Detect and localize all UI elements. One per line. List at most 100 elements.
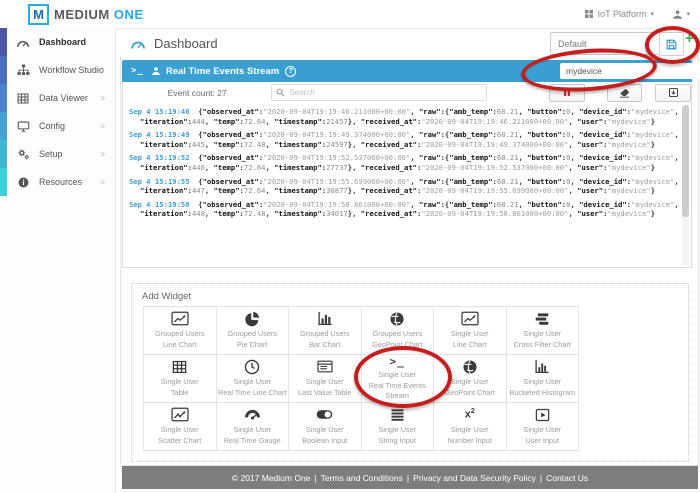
event-count-label: Event count: 27 <box>123 88 271 98</box>
log-entry: Sep 4 15:19:58 {"observed_at":"2020-09-0… <box>129 200 679 219</box>
widget-group-label: Grouped Users <box>155 329 204 340</box>
user-icon <box>672 9 683 20</box>
widget-tile-geopoint-chart[interactable]: Grouped Users GeoPoint Chart <box>362 307 435 355</box>
plus-icon: + <box>685 30 694 47</box>
terminal-prompt-icon: >_ <box>131 66 144 76</box>
footer-separator: | <box>407 473 409 483</box>
footer-link-privacy-and-data-security-policy[interactable]: Privacy and Data Security Policy <box>413 473 536 483</box>
sidebar-item-workflow-studio[interactable]: Workflow Studio <box>7 56 115 84</box>
log-entry: Sep 4 15:19:49 {"observed_at":"2020-09-0… <box>129 130 679 149</box>
clock-icon <box>244 358 260 375</box>
device-input[interactable] <box>560 66 700 76</box>
widget-group-label: Single User <box>451 425 489 436</box>
widget-tile-line-chart[interactable]: Grouped Users Line Chart <box>144 307 217 355</box>
widget-tile-user-input[interactable]: Single User User Input <box>507 403 580 451</box>
sidebar-item-setup[interactable]: Setup > <box>7 140 115 168</box>
widget-type-label: Line Chart <box>453 340 487 351</box>
footer-copyright: © 2017 Medium One <box>232 473 311 483</box>
globe-icon <box>462 358 478 375</box>
chevron-right-icon: > <box>100 178 105 187</box>
widget-tile-geopoint-chart[interactable]: Single User GeoPoint Chart <box>434 355 507 403</box>
help-icon[interactable]: ? <box>285 66 296 77</box>
widget-tile-boolean-input[interactable]: Single User Boolean Input <box>289 403 362 451</box>
widget-tile-real-time-line-chart[interactable]: Single User Real Time Line Chart <box>217 355 290 403</box>
widget-type-label: Real Time Line Chart <box>218 388 287 399</box>
widget-tile-string-input[interactable]: Single User String Input <box>362 403 435 451</box>
export-button[interactable] <box>655 84 691 102</box>
widget-tile-number-input[interactable]: x2 Single User Number Input <box>434 403 507 451</box>
platform-menu[interactable]: IoT Platform ▾ <box>584 0 654 28</box>
footer-link-contact-us[interactable]: Contact Us <box>546 473 588 483</box>
widget-tile-last-value-table[interactable]: Single User Last Value Table <box>289 355 362 403</box>
widget-tile-real-time-events-stream[interactable]: >_ Single User Real Time Events Stream <box>362 355 435 403</box>
widget-type-label: Last Value Table <box>298 388 351 399</box>
sidebar-color-strip <box>0 28 7 196</box>
strip-segment <box>0 112 7 140</box>
save-dashboard-button[interactable] <box>659 32 684 56</box>
sidebar-item-label: Dashboard <box>39 37 86 47</box>
clear-button[interactable] <box>607 84 643 102</box>
pause-icon <box>563 88 571 97</box>
app-window: M MEDIUM ONE IoT Platform ▾ ▾ Dashboard … <box>0 0 700 493</box>
sidebar-item-resources[interactable]: Resources > <box>7 168 115 196</box>
widget-group-label: Single User <box>161 377 199 388</box>
widget-tile-real-time-gauge[interactable]: Single User Real Time Gauge <box>217 403 290 451</box>
add-widget-title: Add Widget <box>142 291 191 302</box>
dashboard-select[interactable]: Default <box>550 32 661 55</box>
sidebar-menu: Dashboard Workflow Studio Data Viewer > … <box>7 28 115 196</box>
widget-tile-pie-chart[interactable]: Grouped Users Pie Chart <box>217 307 290 355</box>
gears-icon <box>16 148 30 160</box>
device-select: ▼ <box>560 63 700 79</box>
line-chart-icon <box>461 310 479 327</box>
log-entry: Sep 4 15:19:55 {"observed_at":"2020-09-0… <box>129 177 679 196</box>
x-squared-icon: x2 <box>465 406 475 423</box>
widget-type-label: GeoPoint Chart <box>372 340 422 351</box>
sidebar-item-dashboard[interactable]: Dashboard <box>7 28 115 56</box>
widget-group-label: Single User <box>306 425 344 436</box>
widget-type-label: Bucketed Histogram <box>509 388 575 399</box>
widget-type-label: Cross Filter Chart <box>514 340 571 351</box>
caret-down-icon: ▾ <box>650 11 654 18</box>
save-icon <box>665 38 678 51</box>
pause-button[interactable] <box>549 84 585 102</box>
search-icon <box>276 88 285 97</box>
widget-tile-scatter-chart[interactable]: Single User Scatter Chart <box>144 403 217 451</box>
sidebar-item-label: Setup <box>39 149 63 159</box>
log-entry: Sep 4 15:19:52 {"observed_at":"2020-09-0… <box>129 153 679 172</box>
sidebar-item-data-viewer[interactable]: Data Viewer > <box>7 84 115 112</box>
gauge-icon <box>16 36 30 49</box>
sidebar-item-label: Config <box>39 121 65 131</box>
widget-tile-bar-chart[interactable]: Grouped Users Bar Chart <box>289 307 362 355</box>
brand-name: MEDIUM ONE <box>54 7 144 22</box>
widget-tile-bucketed-histogram[interactable]: Single User Bucketed Histogram <box>507 355 580 403</box>
eraser-icon <box>619 88 630 98</box>
globe-icon <box>389 310 405 327</box>
log-entry: Sep 4 15:19:46 {"observed_at":"2020-09-0… <box>129 107 679 126</box>
widget-type-label: Pie Chart <box>237 340 267 351</box>
sidebar: Dashboard Workflow Studio Data Viewer > … <box>0 28 116 493</box>
export-icon <box>668 87 679 98</box>
widget-group-label: Single User <box>523 377 561 388</box>
widget-type-label: User Input <box>525 436 559 447</box>
platform-menu-label: IoT Platform <box>598 9 647 19</box>
widget-group-label: Single User <box>233 377 271 388</box>
list-table-icon <box>317 358 333 375</box>
strip-segment <box>0 56 7 84</box>
events-log-content: Sep 4 15:19:46 {"observed_at":"2020-09-0… <box>129 107 679 265</box>
stream-panel-header: >_ Real Time Events Stream ? ▼ x <box>122 60 692 82</box>
monitor-icon <box>16 121 30 132</box>
lines-icon <box>390 406 405 423</box>
log-scrollbar <box>682 105 689 265</box>
widget-tile-line-chart[interactable]: Single User Line Chart <box>434 307 507 355</box>
widget-tile-cross-filter-chart[interactable]: Single User Cross Filter Chart <box>507 307 580 355</box>
add-dashboard-button[interactable]: + <box>685 31 694 46</box>
sidebar-item-config[interactable]: Config > <box>7 112 115 140</box>
log-scrollbar-thumb[interactable] <box>682 105 689 217</box>
widget-group-label: Single User <box>378 425 416 436</box>
table-icon <box>16 93 30 104</box>
search-input[interactable] <box>272 84 486 101</box>
footer-link-terms-and-conditions[interactable]: Terms and Conditions <box>321 473 403 483</box>
medium-one-logo[interactable]: M MEDIUM ONE <box>28 4 144 25</box>
user-menu[interactable]: ▾ <box>672 0 690 28</box>
widget-tile-table[interactable]: Single User Table <box>144 355 217 403</box>
